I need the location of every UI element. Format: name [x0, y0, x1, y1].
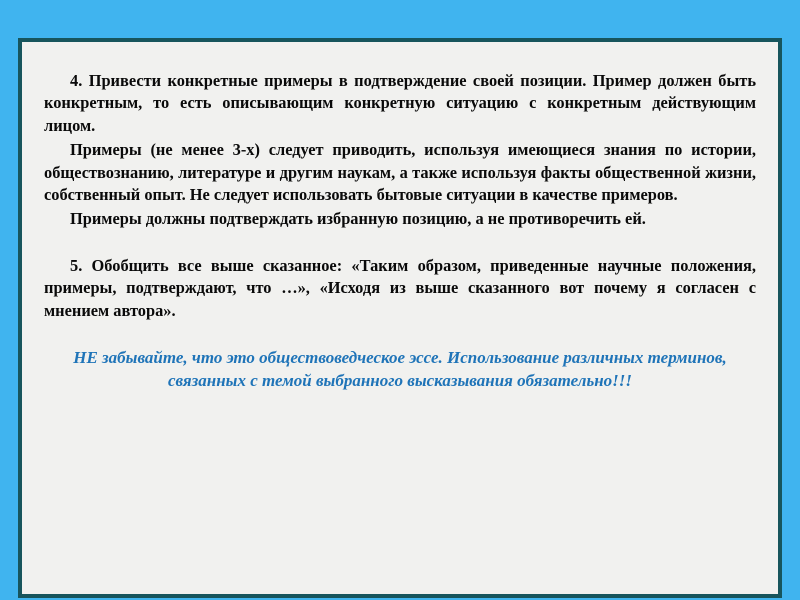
paragraph-examples: Примеры (не менее 3-х) следует приводить… [44, 140, 756, 205]
slide-content-frame: 4. Привести конкретные примеры в подтвер… [18, 38, 782, 598]
paragraph-4: 4. Привести конкретные примеры в подтвер… [44, 71, 756, 135]
paragraph-examples-support: Примеры должны подтверждать избранную по… [70, 209, 646, 229]
slide-text-body: 4. Привести конкретные примеры в подтвер… [22, 42, 778, 392]
highlight-note: НЕ забывайте, что это обществоведческое … [73, 348, 727, 391]
paragraph-5: 5. Обобщить все выше сказанное: «Таким о… [44, 255, 756, 320]
